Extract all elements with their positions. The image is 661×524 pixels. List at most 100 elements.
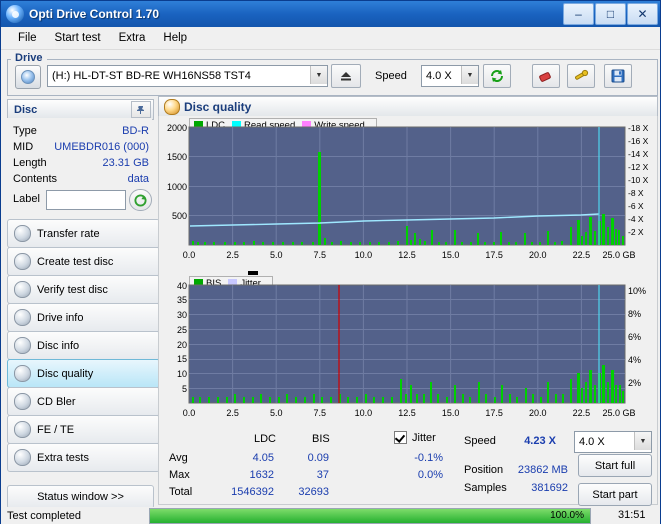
svg-text:8%: 8% xyxy=(628,309,641,319)
stats-row-total-label: Total xyxy=(169,486,193,498)
disc-panel-header: Disc xyxy=(7,99,154,120)
menu-file[interactable]: File xyxy=(9,30,46,46)
jitter-max-value: 0.0% xyxy=(417,469,443,481)
chevron-down-icon[interactable]: ▼ xyxy=(634,432,651,450)
disc-label-input[interactable] xyxy=(46,190,126,210)
svg-text:20: 20 xyxy=(177,340,187,350)
result-speed-label: Speed xyxy=(464,435,496,447)
start-part-label: Start part xyxy=(592,488,638,501)
menu-extra[interactable]: Extra xyxy=(110,30,155,46)
stats-header-ldc: LDC xyxy=(254,433,277,445)
sidebar-item-drive-info[interactable]: Drive info xyxy=(7,303,160,332)
sidebar-item-disc-quality[interactable]: Disc quality xyxy=(7,359,160,388)
erase-button[interactable] xyxy=(532,64,560,88)
svg-text:2%: 2% xyxy=(628,378,641,388)
sidebar-item-label: Extra tests xyxy=(37,451,89,464)
menu-bar: File Start test Extra Help xyxy=(1,27,660,50)
svg-text:12.5: 12.5 xyxy=(398,250,416,260)
disc-length-value: 23.31 GB xyxy=(102,157,149,169)
menu-help[interactable]: Help xyxy=(154,30,196,46)
svg-text:7.5: 7.5 xyxy=(314,250,327,260)
tools-button[interactable] xyxy=(567,64,595,88)
speed-select[interactable]: 4.0 X ▼ xyxy=(421,65,479,87)
sidebar-item-verify-test-disc[interactable]: Verify test disc xyxy=(7,275,160,304)
drive-select[interactable]: (H:) HL-DT-ST BD-RE WH16NS58 TST4 ▼ xyxy=(47,65,328,87)
sidebar-item-cd-bler[interactable]: CD Bler xyxy=(7,387,160,416)
sidebar-item-label: FE / TE xyxy=(37,423,75,436)
svg-text:30: 30 xyxy=(177,310,187,320)
minimize-button[interactable]: – xyxy=(563,3,594,25)
minimize-icon: – xyxy=(575,7,582,21)
eject-button[interactable] xyxy=(331,64,361,88)
svg-text:0.0: 0.0 xyxy=(183,408,196,418)
disc-mid-label: MID xyxy=(13,141,34,153)
svg-text:-8 X: -8 X xyxy=(628,188,644,198)
chevron-down-icon[interactable]: ▼ xyxy=(310,66,327,84)
svg-text:4%: 4% xyxy=(628,355,641,365)
pin-button[interactable] xyxy=(131,101,151,118)
disc-quality-icon xyxy=(164,99,180,115)
pin-icon xyxy=(137,105,144,114)
start-full-button[interactable]: Start full xyxy=(578,454,652,477)
svg-text:10%: 10% xyxy=(628,286,646,296)
stats-row-total-bis: 32693 xyxy=(298,486,329,498)
legend-drag-handle[interactable] xyxy=(248,271,258,275)
disc-refresh-button[interactable] xyxy=(129,189,152,211)
svg-text:1000: 1000 xyxy=(167,182,187,192)
sidebar-item-transfer-rate[interactable]: Transfer rate xyxy=(7,219,160,248)
bis-jitter-chart: 403530 252015 105 10%8%6% 4%2% 0.0 2.5 5… xyxy=(177,281,646,418)
jitter-label: Jitter xyxy=(412,431,436,444)
sidebar-item-create-test-disc[interactable]: Create test disc xyxy=(7,247,160,276)
svg-text:35: 35 xyxy=(177,295,187,305)
result-samples-value: 381692 xyxy=(531,482,568,494)
sidebar-item-fe-te[interactable]: FE / TE xyxy=(7,415,160,444)
cd-bler-icon xyxy=(14,393,31,410)
eject-icon xyxy=(341,72,351,81)
svg-text:-6 X: -6 X xyxy=(628,201,644,211)
status-text: Test completed xyxy=(7,509,81,522)
fe-te-icon xyxy=(14,421,31,438)
disc-mid-value: UMEBDR016 (000) xyxy=(54,141,149,153)
app-window: Opti Drive Control 1.70 – □ ✕ File Start… xyxy=(0,0,661,524)
elapsed-time: 31:51 xyxy=(618,509,646,521)
svg-text:40: 40 xyxy=(177,281,187,291)
jitter-checkbox[interactable]: Jitter xyxy=(394,431,436,444)
status-window-button[interactable]: Status window >> xyxy=(7,485,154,509)
refresh-button[interactable] xyxy=(483,64,511,88)
sidebar-item-label: Drive info xyxy=(37,311,84,324)
svg-text:20.0: 20.0 xyxy=(529,250,547,260)
close-button[interactable]: ✕ xyxy=(627,3,658,25)
start-part-button[interactable]: Start part xyxy=(578,483,652,506)
sidebar-item-extra-tests[interactable]: Extra tests xyxy=(7,443,160,472)
progress-fill xyxy=(150,509,590,523)
stats-row-avg-bis: 0.09 xyxy=(307,452,329,464)
drive-select-value: (H:) HL-DT-ST BD-RE WH16NS58 TST4 xyxy=(52,70,251,82)
sidebar-item-label: Verify test disc xyxy=(37,283,108,296)
result-speed-select[interactable]: 4.0 X ▼ xyxy=(574,431,652,453)
result-speed-select-value: 4.0 X xyxy=(579,436,605,448)
svg-text:-16 X: -16 X xyxy=(628,136,649,146)
svg-text:1500: 1500 xyxy=(167,152,187,162)
svg-text:10: 10 xyxy=(177,369,187,379)
svg-text:500: 500 xyxy=(172,211,187,221)
speed-select-value: 4.0 X xyxy=(426,70,452,82)
checkbox-icon[interactable] xyxy=(394,431,407,444)
drive-info-icon xyxy=(14,309,31,326)
stats-row-total-ldc: 1546392 xyxy=(231,486,274,498)
result-position-value: 23862 MB xyxy=(517,464,568,476)
stats-row-max-ldc: 1632 xyxy=(249,469,274,481)
svg-text:6%: 6% xyxy=(628,332,641,342)
sidebar-item-label: Disc info xyxy=(37,339,80,352)
menu-start-test[interactable]: Start test xyxy=(46,30,110,46)
svg-text:5: 5 xyxy=(182,384,187,394)
sidebar-item-disc-info[interactable]: Disc info xyxy=(7,331,160,360)
maximize-button[interactable]: □ xyxy=(595,3,626,25)
svg-text:12.5: 12.5 xyxy=(398,408,416,418)
disc-contents-label: Contents xyxy=(13,173,58,185)
svg-text:17.5: 17.5 xyxy=(485,408,503,418)
save-icon xyxy=(611,69,625,83)
save-button[interactable] xyxy=(604,64,632,88)
status-window-label: Status window >> xyxy=(37,491,124,503)
disc-label-value xyxy=(47,191,50,203)
chevron-down-icon[interactable]: ▼ xyxy=(461,66,478,84)
